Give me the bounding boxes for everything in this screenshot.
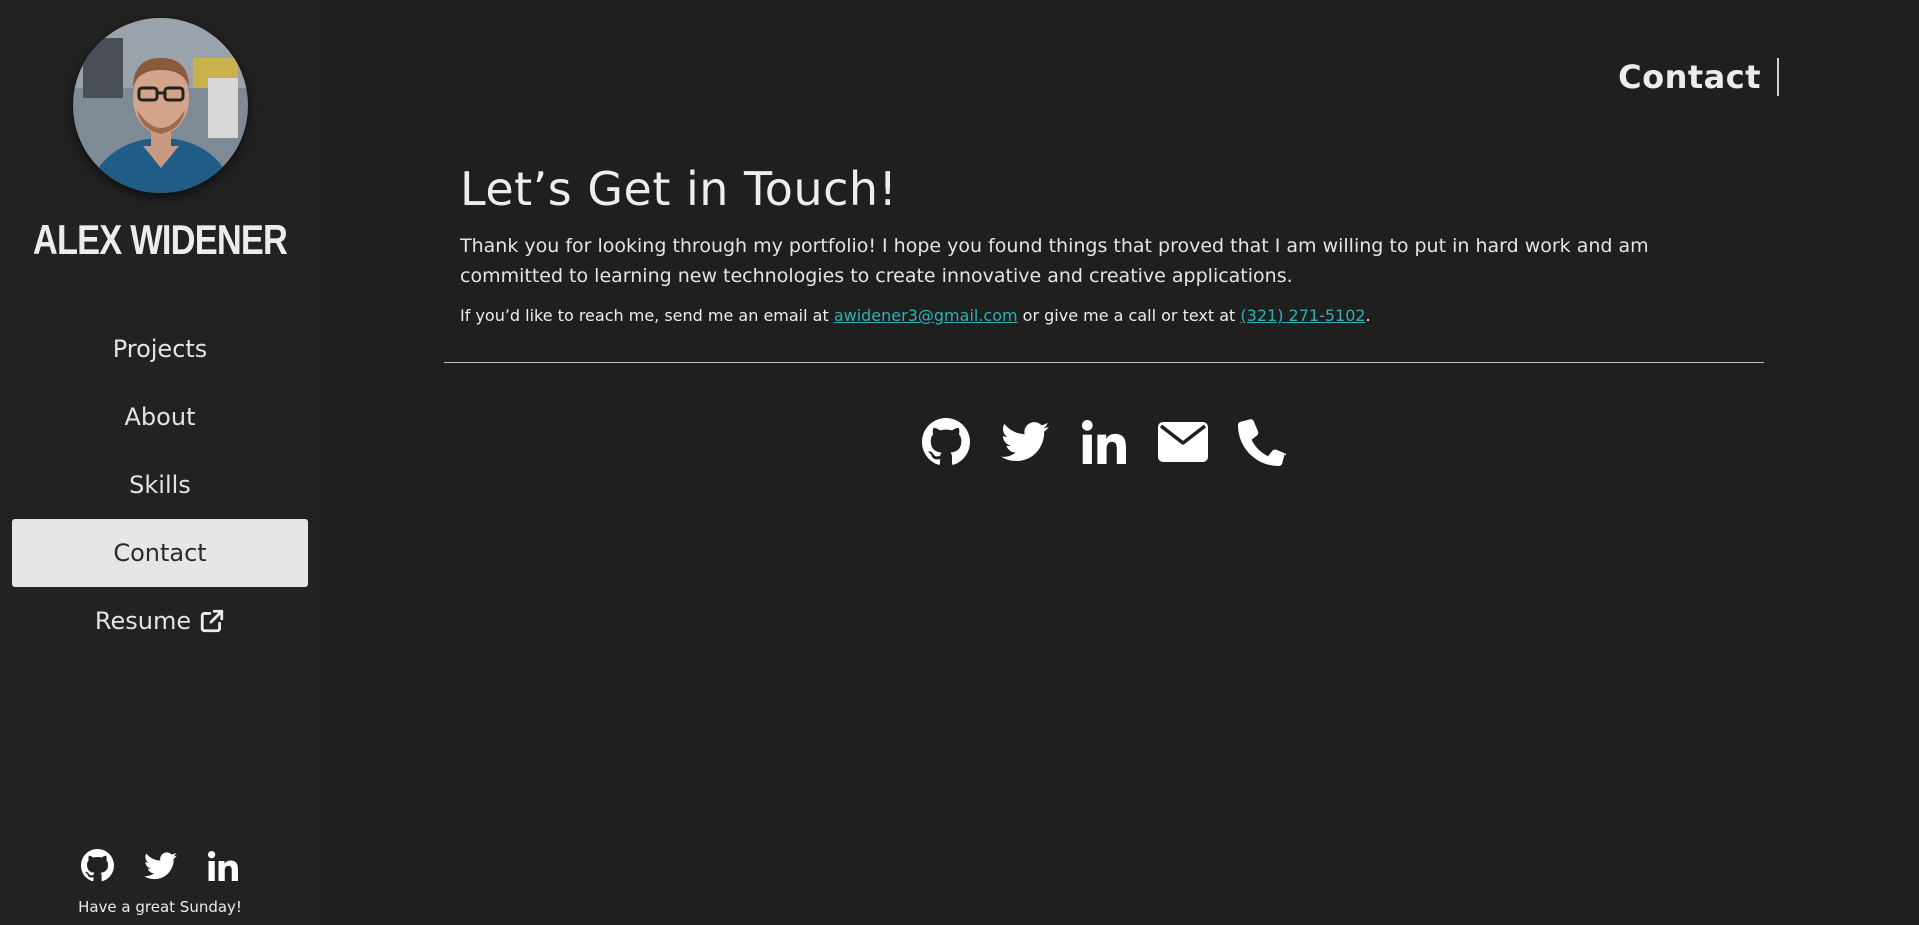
linkedin-icon[interactable] bbox=[1079, 416, 1129, 468]
nav-item-projects[interactable]: Projects bbox=[12, 315, 308, 383]
avatar bbox=[73, 18, 248, 193]
external-link-icon bbox=[199, 608, 225, 634]
section-divider bbox=[444, 362, 1764, 363]
linkedin-icon[interactable] bbox=[206, 848, 241, 883]
nav-item-label: Contact bbox=[113, 539, 207, 567]
phone-icon[interactable] bbox=[1237, 416, 1287, 468]
envelope-icon[interactable] bbox=[1158, 416, 1208, 468]
reach-paragraph: If you’d like to reach me, send me an em… bbox=[460, 306, 1371, 325]
intro-paragraph: Thank you for looking through my portfol… bbox=[460, 235, 1649, 287]
github-icon[interactable] bbox=[80, 848, 115, 883]
nav-item-skills[interactable]: Skills bbox=[12, 451, 308, 519]
nav-item-resume[interactable]: Resume bbox=[12, 587, 308, 655]
twitter-icon[interactable] bbox=[143, 848, 178, 883]
sidebar: ALEX WIDENER Projects About Skills Conta… bbox=[0, 0, 320, 925]
profile-photo bbox=[73, 18, 248, 193]
nav-item-label: Resume bbox=[94, 607, 192, 635]
site-owner-name: ALEX WIDENER bbox=[32, 216, 288, 263]
phone-link[interactable]: (321) 271-5102 bbox=[1240, 306, 1365, 325]
page-title: Contact bbox=[1618, 58, 1779, 96]
nav-item-label: Skills bbox=[129, 471, 191, 499]
reach-middle: or give me a call or text at bbox=[1017, 306, 1241, 325]
greeting-text: Have a great Sunday! bbox=[78, 898, 242, 916]
nav-item-about[interactable]: About bbox=[12, 383, 308, 451]
sidebar-social-links bbox=[0, 848, 320, 883]
contact-icon-row bbox=[921, 416, 1287, 468]
twitter-icon[interactable] bbox=[1000, 416, 1050, 468]
reach-suffix: . bbox=[1365, 306, 1371, 325]
nav-item-contact[interactable]: Contact bbox=[12, 519, 308, 587]
contact-heading: Let’s Get in Touch! bbox=[460, 162, 898, 216]
nav-item-label: Projects bbox=[112, 335, 208, 363]
github-icon[interactable] bbox=[921, 416, 971, 468]
nav-item-label: About bbox=[124, 403, 196, 431]
reach-prefix: If you’d like to reach me, send me an em… bbox=[460, 306, 834, 325]
email-link[interactable]: awidener3@gmail.com bbox=[834, 306, 1018, 325]
